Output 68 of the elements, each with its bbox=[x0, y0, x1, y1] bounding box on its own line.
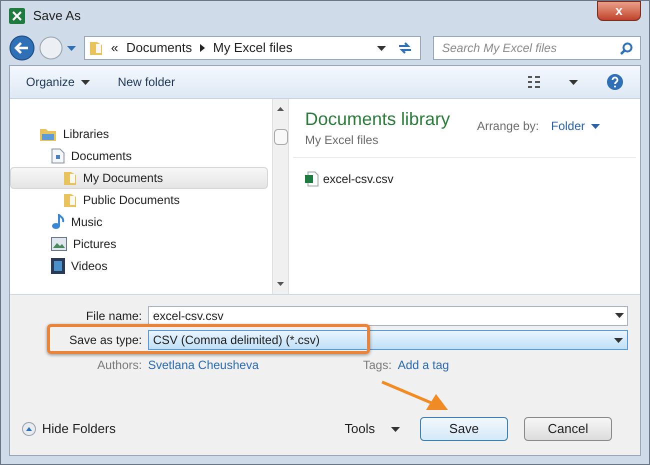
hide-folders-button[interactable]: Hide Folders bbox=[22, 419, 116, 439]
organize-button[interactable]: Organize bbox=[26, 73, 90, 91]
authors-link[interactable]: Svetlana Cheusheva bbox=[148, 356, 363, 374]
search-icon bbox=[620, 42, 633, 55]
tree-item[interactable]: Libraries bbox=[10, 123, 268, 145]
collapse-icon bbox=[22, 422, 36, 436]
folder-icon bbox=[63, 192, 77, 208]
tree-item[interactable]: My Documents bbox=[10, 167, 268, 189]
scrollbar[interactable] bbox=[272, 99, 289, 294]
help-icon[interactable] bbox=[606, 73, 624, 91]
tree-item[interactable]: Music bbox=[10, 211, 268, 233]
library-subtitle: My Excel files bbox=[305, 132, 380, 149]
save-type-dropdown[interactable]: CSV (Comma delimited) (*.csv) bbox=[148, 330, 628, 350]
new-folder-button[interactable]: New folder bbox=[118, 73, 176, 91]
save-type-caret-icon bbox=[614, 338, 623, 342]
tree-label: Documents bbox=[71, 148, 132, 165]
save-type-label: Save as type: bbox=[68, 332, 142, 349]
tree-label: Music bbox=[71, 214, 102, 231]
add-tag-link[interactable]: Add a tag bbox=[398, 356, 450, 374]
scroll-thumb[interactable] bbox=[274, 129, 288, 145]
cancel-button[interactable]: Cancel bbox=[524, 417, 612, 441]
tree-label: Videos bbox=[71, 258, 108, 275]
folder-icon bbox=[63, 170, 77, 186]
folder-icon bbox=[89, 40, 103, 56]
tree-label: My Documents bbox=[83, 170, 164, 187]
scroll-up-icon bbox=[277, 107, 284, 111]
tags-label: Tags: bbox=[363, 357, 392, 374]
library-icon bbox=[39, 126, 57, 142]
save-button[interactable]: Save bbox=[420, 417, 508, 441]
spreadsheet-file-icon bbox=[305, 171, 319, 187]
scroll-down-icon bbox=[277, 282, 284, 286]
tools-button[interactable]: Tools bbox=[344, 419, 400, 439]
arrange-dropdown[interactable]: Folder bbox=[550, 117, 600, 135]
tree-label: Pictures bbox=[73, 236, 116, 253]
caret-icon bbox=[80, 80, 90, 84]
file-name-label: File name: bbox=[84, 308, 142, 325]
authors-label: Authors: bbox=[96, 357, 142, 374]
tree-label: Libraries bbox=[63, 126, 110, 143]
arrange-label: Arrange by: bbox=[476, 118, 539, 135]
tree-item[interactable]: Videos bbox=[10, 255, 268, 277]
history-caret-icon bbox=[67, 46, 76, 50]
file-name[interactable]: excel-csv.csv bbox=[323, 170, 394, 188]
tree-item[interactable]: Public Documents bbox=[10, 189, 268, 211]
back-icon[interactable] bbox=[9, 35, 35, 61]
picture-icon bbox=[51, 237, 67, 251]
caret-icon bbox=[591, 124, 600, 128]
tree-item[interactable]: Pictures bbox=[10, 233, 268, 255]
tree-item[interactable]: Documents bbox=[10, 145, 268, 167]
caret-icon bbox=[391, 426, 400, 432]
annotation-arrow bbox=[380, 380, 450, 412]
view-caret-icon bbox=[569, 80, 578, 84]
music-note-icon bbox=[51, 214, 65, 230]
breadcrumb[interactable]: « bbox=[111, 38, 118, 58]
view-options-icon[interactable] bbox=[527, 75, 541, 89]
library-title: Documents library bbox=[305, 108, 450, 131]
spreadsheet-app-icon bbox=[9, 8, 25, 24]
chevron-icon bbox=[200, 44, 205, 52]
file-name-field[interactable]: excel-csv.csv bbox=[148, 306, 628, 326]
search-field[interactable]: Search My Excel files bbox=[433, 36, 641, 60]
breadcrumb[interactable]: My Excel files bbox=[212, 38, 292, 58]
document-icon bbox=[51, 148, 65, 164]
file-name-caret-icon bbox=[615, 313, 624, 318]
breadcrumb[interactable]: Documents bbox=[126, 38, 192, 58]
tree-label: Public Documents bbox=[83, 192, 180, 209]
address-caret-icon bbox=[377, 46, 386, 50]
address-bar[interactable]: « Documents My Excel files bbox=[84, 36, 421, 60]
film-icon bbox=[51, 258, 65, 274]
window-title: Save As bbox=[33, 7, 81, 26]
